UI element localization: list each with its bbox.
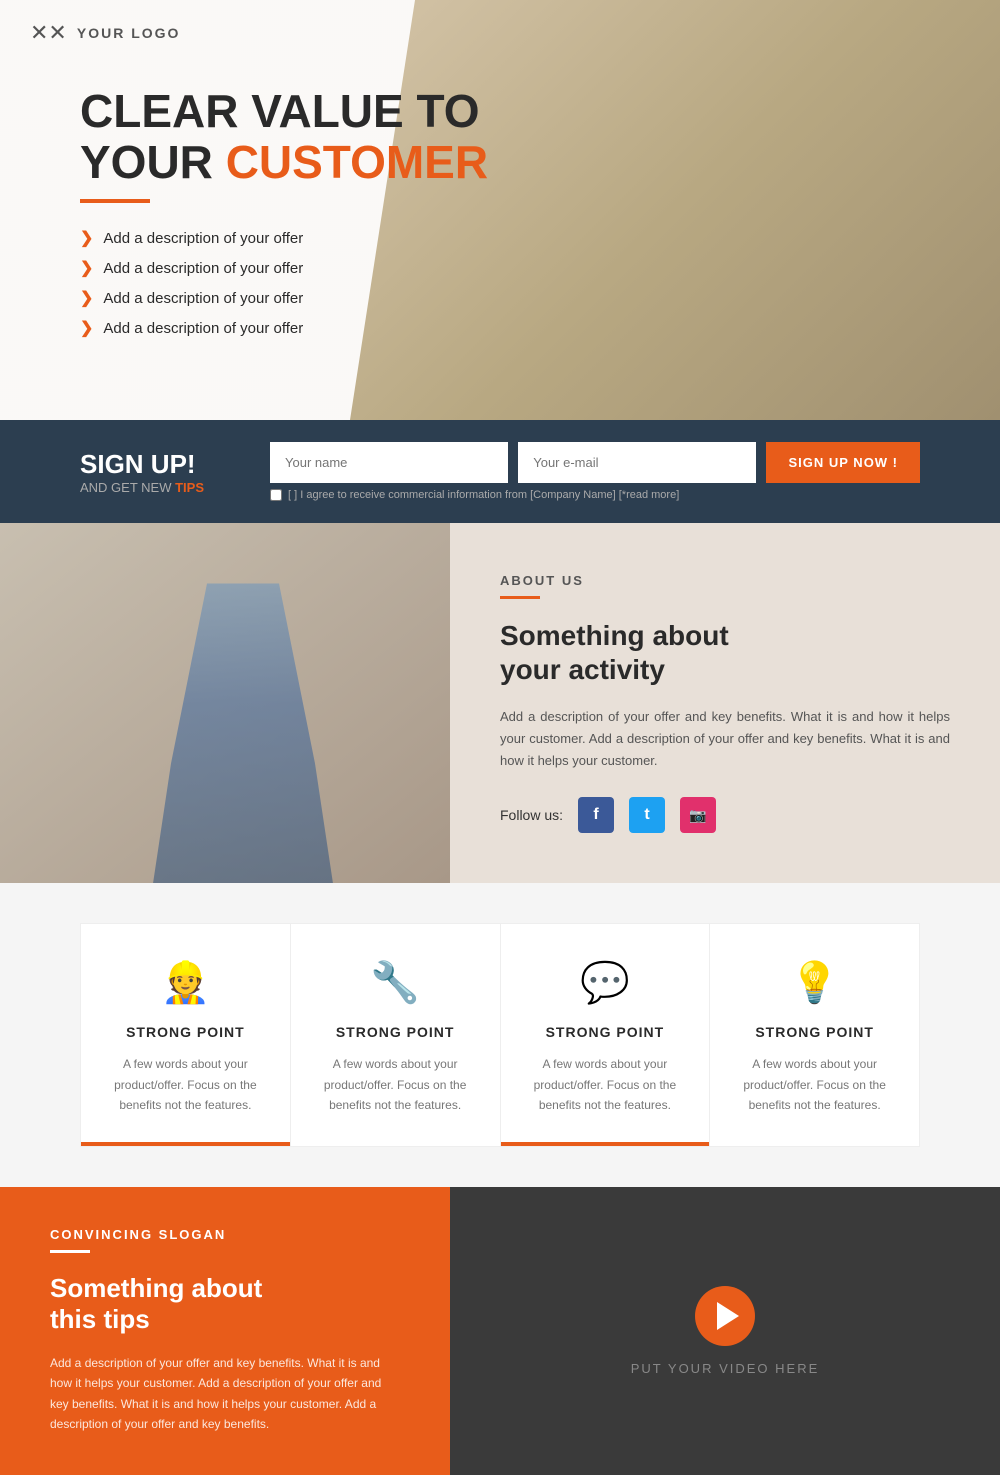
arrow-icon: ❯ — [80, 288, 93, 308]
facebook-button[interactable]: f — [578, 797, 614, 833]
hero-content: CLEAR VALUE TO YOUR CUSTOMER ❯Add a desc… — [0, 66, 1000, 358]
hero-features-list: ❯Add a description of your offer ❯Add a … — [80, 228, 920, 338]
about-heading: Something about your activity — [500, 619, 950, 686]
logo-bar: ✕✕ YOUR LOGO — [0, 0, 1000, 66]
signup-form: SIGN UP NOW ! [ ] I agree to receive com… — [270, 442, 920, 501]
about-description: Add a description of your offer and key … — [500, 706, 950, 772]
twitter-button[interactable]: t — [629, 797, 665, 833]
list-item: ❯Add a description of your offer — [80, 288, 920, 308]
card-title-4: STRONG POINT — [755, 1024, 874, 1040]
email-input[interactable] — [518, 442, 756, 483]
card-text-3: A few words about your product/offer. Fo… — [526, 1054, 685, 1115]
play-button[interactable] — [695, 1286, 755, 1346]
signup-button[interactable]: SIGN UP NOW ! — [766, 442, 920, 483]
slogan-left: CONVINCING SLOGAN Something about this t… — [0, 1187, 450, 1475]
card-text-1: A few words about your product/offer. Fo… — [106, 1054, 265, 1115]
signup-subline: AND GET NEW TIPS — [80, 480, 240, 495]
signup-agreement: [ ] I agree to receive commercial inform… — [270, 489, 920, 501]
name-input[interactable] — [270, 442, 508, 483]
hero-section: ✕✕ YOUR LOGO CLEAR VALUE TO YOUR CUSTOME… — [0, 0, 1000, 420]
slogan-section: CONVINCING SLOGAN Something about this t… — [0, 1187, 1000, 1475]
strong-points-grid: 👷 STRONG POINT A few words about your pr… — [80, 923, 920, 1146]
slogan-text: Add a description of your offer and key … — [50, 1353, 400, 1435]
signup-section: SIGN UP! AND GET NEW TIPS SIGN UP NOW ! … — [0, 420, 1000, 523]
strong-card-3: 💬 STRONG POINT A few words about your pr… — [500, 923, 710, 1146]
instagram-button[interactable]: 📷 — [680, 797, 716, 833]
video-placeholder-area: PUT YOUR VIDEO HERE — [450, 1187, 1000, 1475]
arrow-icon: ❯ — [80, 258, 93, 278]
signup-label-block: SIGN UP! AND GET NEW TIPS — [80, 449, 240, 495]
hero-underline — [80, 199, 150, 203]
play-icon — [717, 1302, 739, 1330]
slogan-underline — [50, 1250, 90, 1253]
card-title-1: STRONG POINT — [126, 1024, 245, 1040]
card-icon-4: 💡 — [790, 959, 840, 1006]
card-icon-3: 💬 — [580, 959, 630, 1006]
card-icon-1: 👷 — [160, 959, 210, 1006]
hero-title: CLEAR VALUE TO YOUR CUSTOMER — [80, 86, 920, 187]
social-row: Follow us: f t 📷 — [500, 797, 950, 833]
logo-text: YOUR LOGO — [77, 25, 181, 41]
card-icon-2: 🔧 — [370, 959, 420, 1006]
list-item: ❯Add a description of your offer — [80, 228, 920, 248]
card-title-3: STRONG POINT — [546, 1024, 665, 1040]
video-placeholder: PUT YOUR VIDEO HERE — [631, 1286, 820, 1376]
about-underline — [500, 596, 540, 599]
about-section-label: ABOUT US — [500, 573, 950, 588]
video-label: PUT YOUR VIDEO HERE — [631, 1361, 820, 1376]
signup-headline: SIGN UP! — [80, 449, 240, 480]
slogan-label: CONVINCING SLOGAN — [50, 1227, 400, 1242]
agree-checkbox[interactable] — [270, 489, 282, 501]
strong-card-2: 🔧 STRONG POINT A few words about your pr… — [290, 923, 500, 1146]
logo-icon: ✕✕ — [30, 20, 67, 46]
slogan-heading: Something about this tips — [50, 1273, 400, 1335]
arrow-icon: ❯ — [80, 228, 93, 248]
list-item: ❯Add a description of your offer — [80, 258, 920, 278]
about-section: ABOUT US Something about your activity A… — [0, 523, 1000, 883]
strong-card-4: 💡 STRONG POINT A few words about your pr… — [709, 923, 920, 1146]
follow-label: Follow us: — [500, 807, 563, 823]
card-text-2: A few words about your product/offer. Fo… — [316, 1054, 475, 1115]
strong-points-section: 👷 STRONG POINT A few words about your pr… — [0, 883, 1000, 1186]
strong-card-1: 👷 STRONG POINT A few words about your pr… — [80, 923, 290, 1146]
list-item: ❯Add a description of your offer — [80, 318, 920, 338]
signup-inputs-row: SIGN UP NOW ! — [270, 442, 920, 483]
about-image — [0, 523, 450, 883]
arrow-icon: ❯ — [80, 318, 93, 338]
card-title-2: STRONG POINT — [336, 1024, 455, 1040]
card-text-4: A few words about your product/offer. Fo… — [735, 1054, 894, 1115]
about-content: ABOUT US Something about your activity A… — [450, 523, 1000, 883]
